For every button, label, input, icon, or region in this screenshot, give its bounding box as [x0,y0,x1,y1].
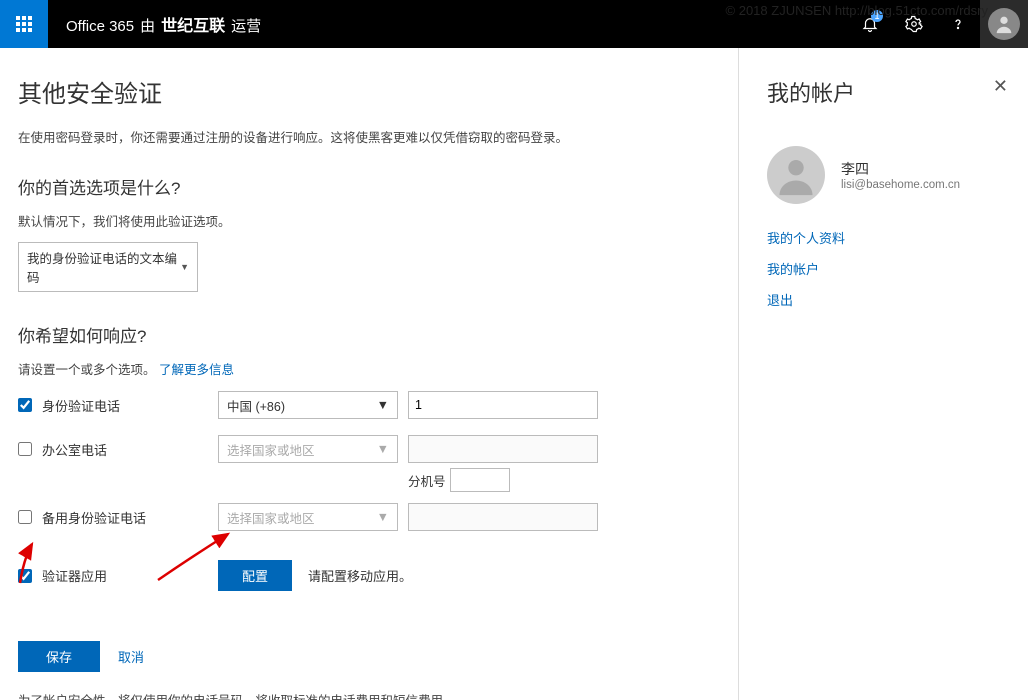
auth-phone-checkbox[interactable] [18,398,32,412]
extension-label: 分机号 [408,471,446,490]
chevron-down-icon: ▼ [377,510,389,524]
auth-phone-country-select[interactable]: 中国 (+86)▼ [218,391,398,419]
watermark-text: © 2018 ZJUNSEN http://blog.51cto.com/rds… [726,3,988,18]
preferred-option-note: 默认情况下，我们将使用此验证选项。 [18,211,718,230]
account-panel-title: 我的帐户 [767,76,1006,108]
avatar-icon [988,8,1020,40]
auth-phone-input[interactable] [408,391,598,419]
configure-button[interactable]: 配置 [218,560,292,591]
waffle-icon [16,16,32,32]
auth-phone-label: 身份验证电话 [42,396,120,415]
respond-note: 请设置一个或多个选项。 了解更多信息 [18,359,718,378]
preferred-option-select[interactable]: 我的身份验证电话的文本编码 ▼ [18,242,198,292]
close-panel-button[interactable]: ✕ [993,76,1008,97]
my-account-link[interactable]: 我的帐户 [767,259,1006,278]
user-email: lisi@basehome.com.cn [841,179,960,191]
learn-more-link[interactable]: 了解更多信息 [159,363,234,377]
account-panel: 我的帐户 ✕ 李四 lisi@basehome.com.cn 我的个人资料 我的… [738,48,1028,700]
office-phone-country-select[interactable]: 选择国家或地区▼ [218,435,398,463]
page-description: 在使用密码登录时，你还需要通过注册的设备进行响应。这将使黑客更难以仅凭借窃取的密… [18,127,718,146]
authenticator-label: 验证器应用 [42,566,107,585]
chevron-down-icon: ▼ [180,262,189,272]
backup-phone-checkbox[interactable] [18,510,32,524]
extension-input[interactable] [450,468,510,492]
user-avatar [767,146,825,204]
chevron-down-icon: ▼ [377,398,389,412]
sign-out-link[interactable]: 退出 [767,290,1006,309]
page-title: 其他安全验证 [18,74,718,109]
cancel-link[interactable]: 取消 [118,647,144,666]
app-launcher-button[interactable] [0,0,48,48]
office-phone-label: 办公室电话 [42,440,107,459]
preferred-option-value: 我的身份验证电话的文本编码 [27,248,180,286]
configure-hint: 请配置移动应用。 [308,566,412,585]
preferred-option-heading: 你的首选选项是什么? [18,174,718,199]
office-phone-checkbox[interactable] [18,442,32,456]
backup-phone-country-select[interactable]: 选择国家或地区▼ [218,503,398,531]
authenticator-checkbox[interactable] [18,569,32,583]
save-button[interactable]: 保存 [18,641,100,672]
brand-title: Office 365 由 世纪互联 运营 [66,12,261,36]
user-name: 李四 [841,159,960,179]
main-content: 其他安全验证 在使用密码登录时，你还需要通过注册的设备进行响应。这将使黑客更难以… [0,48,738,700]
footer-note: 为了帐户安全性，将仅使用你的电话号码。将收取标准的电话费用和短信费用。 [18,690,718,700]
office-phone-input[interactable] [408,435,598,463]
chevron-down-icon: ▼ [377,442,389,456]
backup-phone-label: 备用身份验证电话 [42,508,146,527]
my-profile-link[interactable]: 我的个人资料 [767,228,1006,247]
backup-phone-input[interactable] [408,503,598,531]
respond-heading: 你希望如何响应? [18,322,718,347]
